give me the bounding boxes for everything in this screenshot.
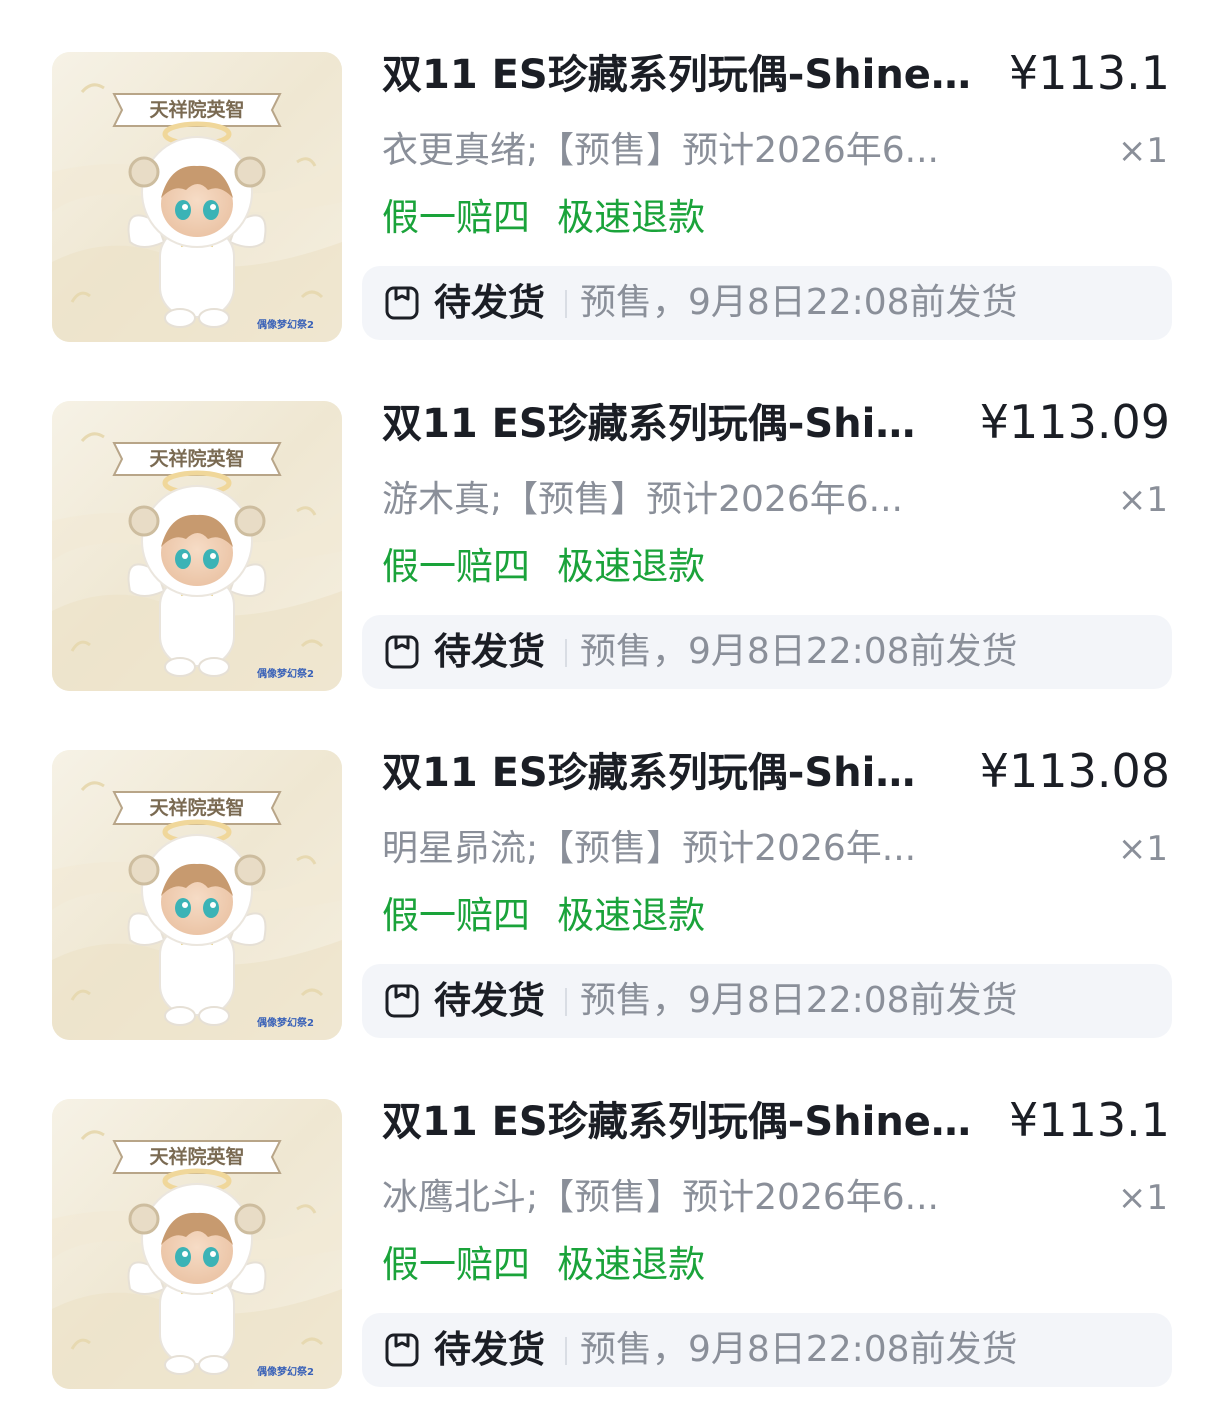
product-price: ¥113.1 [1009,1093,1170,1147]
product-spec: 冰鹰北斗;【预售】预计2026年6... [382,1177,939,1218]
shipping-status-bar[interactable]: 待发货 预售，9月8日22:08前发货 [362,964,1172,1038]
shipping-status-bar[interactable]: 待发货 预售，9月8日22:08前发货 [362,266,1172,340]
tag-fast-refund: 极速退款 [557,545,706,588]
status-note: 预售，9月8日22:08前发货 [580,980,1018,1021]
status-label: 待发货 [434,281,545,324]
tag-fast-refund: 极速退款 [557,1243,706,1286]
status-note: 预售，9月8日22:08前发货 [580,1329,1018,1370]
tag-fake-compensation: 假一赔四 [382,196,530,239]
image-logo-text: 偶像梦幻祭2 [256,667,314,680]
tag-fast-refund: 极速退款 [557,894,706,937]
image-banner-text: 天祥院英智 [149,98,244,121]
order-card[interactable]: 天祥院英智 偶像梦幻祭2 双11 ES珍藏系列玩偶-Shine ... ¥113… [0,1047,1224,1389]
product-price: ¥113.09 [979,395,1170,449]
product-quantity: ×1 [1117,1178,1168,1218]
service-tags: 假一赔四 极速退款 [382,193,727,243]
status-divider [565,1337,567,1365]
order-card[interactable]: 天祥院英智 偶像梦幻祭2 双11 ES珍藏系列玩偶-Shine ... ¥113… [0,0,1224,342]
product-price: ¥113.1 [1009,46,1170,100]
tag-fake-compensation: 假一赔四 [382,894,530,937]
tag-fake-compensation: 假一赔四 [382,545,530,588]
shipping-status-bar[interactable]: 待发货 预售，9月8日22:08前发货 [362,1313,1172,1387]
service-tags: 假一赔四 极速退款 [382,1240,727,1290]
status-divider [565,988,567,1016]
tag-fake-compensation: 假一赔四 [382,1243,530,1286]
order-card[interactable]: 天祥院英智 偶像梦幻祭2 双11 ES珍藏系列玩偶-Shin... ¥113.0… [0,698,1224,1040]
product-quantity: ×1 [1117,131,1168,171]
product-spec: 衣更真绪;【预售】预计2026年6... [382,130,939,171]
service-tags: 假一赔四 极速退款 [382,891,727,941]
service-tags: 假一赔四 极速退款 [382,542,727,592]
image-banner-text: 天祥院英智 [149,447,244,470]
shipping-status-bar[interactable]: 待发货 预售，9月8日22:08前发货 [362,615,1172,689]
product-title[interactable]: 双11 ES珍藏系列玩偶-Shine ... [382,50,982,100]
package-icon [384,634,420,670]
product-thumbnail[interactable]: 天祥院英智 偶像梦幻祭2 [52,52,342,342]
status-label: 待发货 [434,630,545,673]
image-logo-text: 偶像梦幻祭2 [256,1016,314,1029]
product-title[interactable]: 双11 ES珍藏系列玩偶-Shin... [382,748,942,798]
product-spec: 明星昴流;【预售】预计2026年... [382,828,917,869]
product-thumbnail[interactable]: 天祥院英智 偶像梦幻祭2 [52,750,342,1040]
product-title[interactable]: 双11 ES珍藏系列玩偶-Shin... [382,399,942,449]
package-icon [384,983,420,1019]
tag-fast-refund: 极速退款 [557,196,706,239]
status-label: 待发货 [434,1328,545,1371]
status-label: 待发货 [434,979,545,1022]
order-card[interactable]: 天祥院英智 偶像梦幻祭2 双11 ES珍藏系列玩偶-Shin... ¥113.0… [0,349,1224,691]
order-list: 天祥院英智 偶像梦幻祭2 双11 ES珍藏系列玩偶-Shine ... ¥113… [0,0,1224,1413]
image-banner-text: 天祥院英智 [149,1145,244,1168]
product-thumbnail[interactable]: 天祥院英智 偶像梦幻祭2 [52,1099,342,1389]
image-logo-text: 偶像梦幻祭2 [256,318,314,331]
product-thumbnail[interactable]: 天祥院英智 偶像梦幻祭2 [52,401,342,691]
status-divider [565,639,567,667]
product-spec: 游木真;【预售】预计2026年6... [382,479,903,520]
package-icon [384,1332,420,1368]
image-logo-text: 偶像梦幻祭2 [256,1365,314,1378]
product-price: ¥113.08 [979,744,1170,798]
product-quantity: ×1 [1117,480,1168,520]
product-quantity: ×1 [1117,829,1168,869]
status-note: 预售，9月8日22:08前发货 [580,282,1018,323]
image-banner-text: 天祥院英智 [149,796,244,819]
status-note: 预售，9月8日22:08前发货 [580,631,1018,672]
product-title[interactable]: 双11 ES珍藏系列玩偶-Shine ... [382,1097,982,1147]
package-icon [384,285,420,321]
status-divider [565,290,567,318]
